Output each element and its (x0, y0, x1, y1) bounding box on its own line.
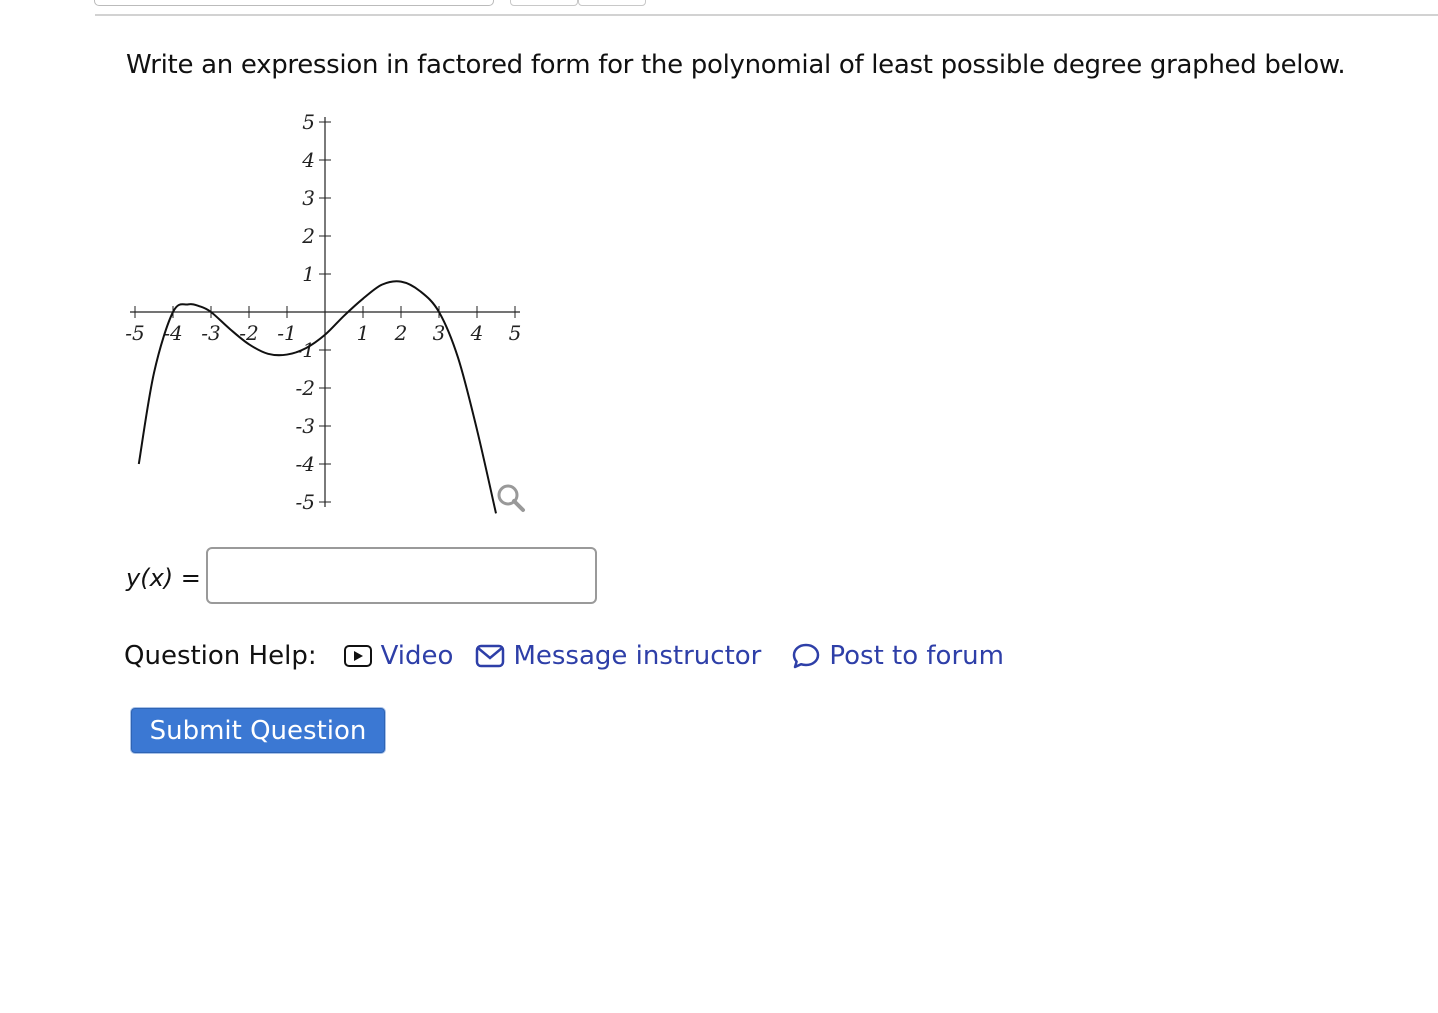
y-tick-label: -1 (296, 338, 315, 362)
top-input-box[interactable] (94, 0, 494, 6)
polynomial-graph: -5 -4 -3 -2 -1 1 2 3 4 554321-1-2-3-4-5 (125, 110, 525, 514)
y-tick-label: 1 (302, 262, 315, 286)
graph-axes (130, 117, 520, 507)
x-tick-label: 1 (357, 321, 370, 345)
question-help-label: Question Help: (124, 641, 317, 671)
video-link[interactable]: Video (343, 641, 454, 671)
envelope-icon (476, 644, 505, 668)
x-tick-label: -2 (239, 321, 258, 345)
answer-input[interactable] (206, 547, 597, 604)
y-tick-label: -5 (296, 490, 315, 514)
divider (95, 14, 1438, 16)
x-tick-label: -5 (125, 321, 144, 345)
answer-variable: y(x) (126, 564, 174, 592)
message-instructor-label: Message instructor (513, 641, 762, 671)
x-tick-label: 5 (509, 321, 522, 345)
speech-bubble-icon (793, 643, 820, 669)
y-tick-label: -2 (296, 376, 315, 400)
x-tick-label: 3 (433, 321, 446, 345)
x-tick-label: 4 (470, 321, 484, 345)
post-to-forum-link[interactable]: Post to forum (791, 641, 1004, 671)
x-tick-label: -4 (163, 321, 182, 345)
equals-sign: = (180, 564, 201, 592)
y-tick-label: -3 (296, 414, 315, 438)
x-tick-label: -3 (201, 321, 220, 345)
question-text: Write an expression in factored form for… (126, 50, 1346, 80)
y-tick-label: -4 (296, 452, 315, 476)
message-instructor-link[interactable]: Message instructor (475, 641, 761, 671)
y-tick-label: 5 (302, 110, 315, 134)
y-tick-label: 4 (301, 148, 315, 172)
magnifier-icon[interactable] (497, 484, 525, 512)
top-tab-right[interactable] (578, 0, 646, 6)
top-tab-left[interactable] (510, 0, 578, 6)
submit-question-button[interactable]: Submit Question (131, 708, 385, 753)
y-tick-label: 2 (301, 224, 315, 248)
video-icon (343, 645, 372, 667)
post-to-forum-label: Post to forum (829, 641, 1004, 671)
y-tick-label: 3 (302, 186, 315, 210)
answer-label: y(x) = (126, 562, 201, 594)
video-link-label: Video (380, 641, 454, 671)
x-tick-label: -1 (277, 321, 296, 345)
x-tick-label: 2 (394, 321, 408, 345)
question-help: Question Help: Video Message instructor … (124, 636, 1004, 676)
polynomial-curve (137, 280, 497, 514)
